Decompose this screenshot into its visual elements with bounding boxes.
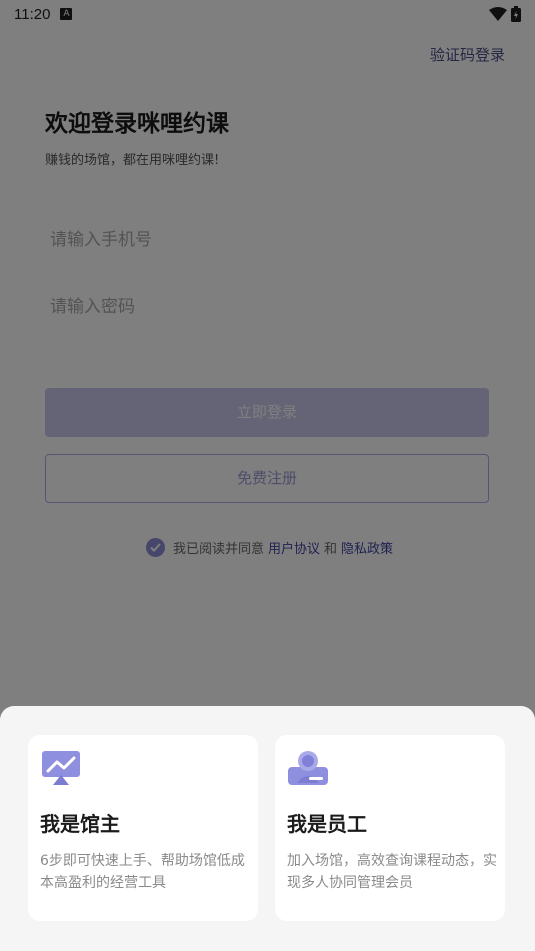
role-select-sheet: 我是馆主 6步即可快速上手、帮助场馆低成本高盈利的经营工具 我是员工 加入场馆，… [0, 706, 535, 951]
login-screen: 11:20 A 验证码登录 欢迎登录咪哩约课 赚钱的场馆，都在用咪哩约课! 立即… [0, 0, 535, 951]
owner-role-desc: 6步即可快速上手、帮助场馆低成本高盈利的经营工具 [40, 853, 245, 891]
chart-monitor-icon [42, 751, 80, 785]
staff-role-card[interactable]: 我是员工 加入场馆，高效查询课程动态，实现多人协同管理会员 [275, 735, 505, 921]
staff-role-desc: 加入场馆，高效查询课程动态，实现多人协同管理会员 [287, 853, 497, 891]
owner-role-card[interactable]: 我是馆主 6步即可快速上手、帮助场馆低成本高盈利的经营工具 [28, 735, 258, 921]
staff-role-title: 我是员工 [287, 812, 367, 836]
staff-badge-icon [288, 751, 328, 785]
owner-role-title: 我是馆主 [40, 812, 120, 836]
